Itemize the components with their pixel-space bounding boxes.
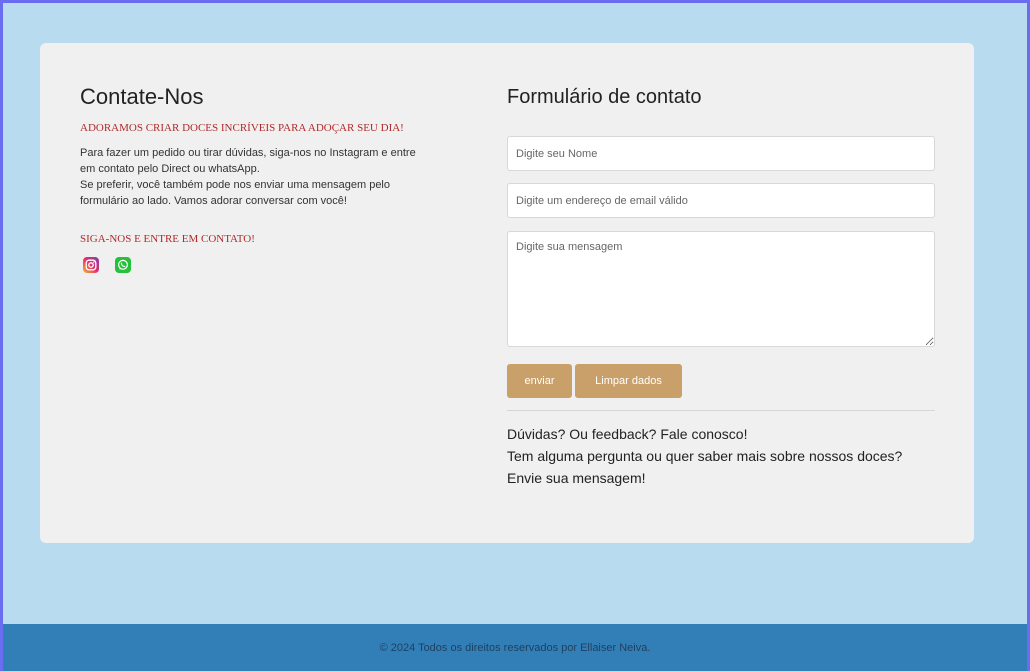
form-title: Formulário de contato: [507, 86, 702, 108]
feedback-line: Envie sua mensagem!: [507, 470, 646, 486]
contact-title: Contate-Nos: [80, 84, 204, 109]
contact-form-section: Formulário de contato enviar Limpar dado…: [507, 83, 935, 486]
page-footer: © 2024 Todos os direitos reservados por …: [3, 624, 1027, 671]
email-input[interactable]: [507, 183, 935, 218]
instagram-icon[interactable]: [83, 257, 99, 273]
feedback-line: Dúvidas? Ou feedback? Fale conosco!: [507, 426, 748, 442]
instagram-glyph: [85, 259, 97, 271]
whatsapp-icon[interactable]: [115, 257, 131, 273]
divider: [507, 410, 935, 411]
contact-description: Para fazer um pedido ou tirar dúvidas, s…: [80, 145, 430, 209]
contact-info-section: Contate-Nos ADORAMOS CRIAR DOCES INCRÍVE…: [80, 83, 430, 273]
name-input[interactable]: [507, 136, 935, 171]
follow-heading: SIGA-NOS E ENTRE EM CONTATO!: [80, 233, 255, 245]
form-buttons: enviar Limpar dados: [507, 364, 682, 398]
footer-copyright: © 2024 Todos os direitos reservados por …: [379, 641, 651, 654]
contact-description-line: Se preferir, você também pode nos enviar…: [80, 179, 390, 207]
whatsapp-glyph: [117, 259, 129, 270]
social-links: [80, 257, 430, 273]
feedback-text: Dúvidas? Ou feedback? Fale conosco! Tem …: [507, 423, 947, 489]
send-button[interactable]: enviar: [507, 364, 572, 398]
message-textarea[interactable]: [507, 231, 935, 347]
feedback-line: Tem alguma pergunta ou quer saber mais s…: [507, 448, 903, 464]
contact-tagline: ADORAMOS CRIAR DOCES INCRÍVEIS PARA ADOÇ…: [80, 122, 404, 134]
contact-description-line: Para fazer um pedido ou tirar dúvidas, s…: [80, 147, 416, 175]
contact-card: Contate-Nos ADORAMOS CRIAR DOCES INCRÍVE…: [40, 43, 974, 543]
clear-button[interactable]: Limpar dados: [575, 364, 682, 398]
